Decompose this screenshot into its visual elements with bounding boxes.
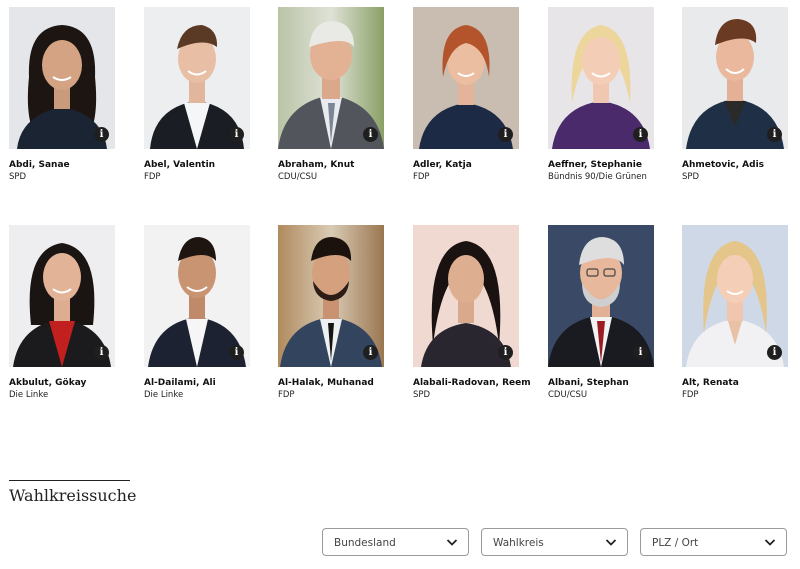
member-card[interactable]: i Al-Dailami, Ali Die Linke [144, 225, 254, 400]
section-title: Wahlkreissuche [9, 486, 137, 505]
member-name[interactable]: Abel, Valentin [144, 160, 254, 170]
member-photo[interactable]: i [413, 225, 519, 367]
member-party: SPD [413, 390, 431, 400]
select-label: PLZ / Ort [652, 537, 699, 549]
member-photo[interactable]: i [548, 7, 654, 149]
member-party: Die Linke [144, 390, 184, 400]
member-photo[interactable]: i [548, 225, 654, 367]
member-photo[interactable]: i [682, 225, 788, 367]
info-icon[interactable]: i [498, 127, 513, 142]
member-photo[interactable]: i [278, 225, 384, 367]
member-party: Bündnis 90/Die Grünen [548, 172, 647, 182]
member-name[interactable]: Abraham, Knut [278, 160, 388, 170]
member-party: FDP [144, 172, 161, 182]
member-card[interactable]: i Ahmetovic, Adis SPD [682, 7, 792, 182]
member-name[interactable]: Akbulut, Gökay [9, 378, 119, 388]
member-party: CDU/CSU [278, 172, 318, 182]
info-icon[interactable]: i [229, 345, 244, 360]
select-label: Wahlkreis [493, 537, 544, 549]
info-icon[interactable]: i [767, 345, 782, 360]
member-card[interactable]: i Akbulut, Gökay Die Linke [9, 225, 119, 400]
member-party: SPD [9, 172, 27, 182]
member-name[interactable]: Abdi, Sanae [9, 160, 119, 170]
info-icon[interactable]: i [363, 127, 378, 142]
member-card[interactable]: i Abel, Valentin FDP [144, 7, 254, 182]
member-party: FDP [278, 390, 295, 400]
member-card[interactable]: i Aeffner, Stephanie Bündnis 90/Die Grün… [548, 7, 658, 182]
member-card[interactable]: i Albani, Stephan CDU/CSU [548, 225, 658, 400]
member-grid: i Abdi, Sanae SPD i Abel, Valentin FDP i… [0, 0, 800, 420]
info-icon[interactable]: i [498, 345, 513, 360]
member-name[interactable]: Adler, Katja [413, 160, 523, 170]
member-name[interactable]: Al-Halak, Muhanad [278, 378, 388, 388]
member-party: FDP [413, 172, 430, 182]
info-icon[interactable]: i [767, 127, 782, 142]
info-icon[interactable]: i [633, 345, 648, 360]
wahlkreis-select[interactable]: Wahlkreis [481, 528, 628, 556]
member-photo[interactable]: i [9, 7, 115, 149]
member-party: CDU/CSU [548, 390, 588, 400]
member-card[interactable]: i Alabali-Radovan, Reem SPD [413, 225, 531, 400]
member-name[interactable]: Aeffner, Stephanie [548, 160, 658, 170]
member-photo[interactable]: i [413, 7, 519, 149]
member-card[interactable]: i Alt, Renata FDP [682, 225, 792, 400]
member-photo[interactable]: i [144, 225, 250, 367]
member-card[interactable]: i Al-Halak, Muhanad FDP [278, 225, 388, 400]
chevron-down-icon [764, 539, 776, 546]
member-photo[interactable]: i [682, 7, 788, 149]
member-card[interactable]: i Abraham, Knut CDU/CSU [278, 7, 388, 182]
chevron-down-icon [446, 539, 458, 546]
member-card[interactable]: i Adler, Katja FDP [413, 7, 523, 182]
select-label: Bundesland [334, 537, 396, 549]
member-party: Die Linke [9, 390, 49, 400]
member-name[interactable]: Al-Dailami, Ali [144, 378, 254, 388]
plz-ort-select[interactable]: PLZ / Ort [640, 528, 787, 556]
member-card[interactable]: i Abdi, Sanae SPD [9, 7, 119, 182]
member-name[interactable]: Albani, Stephan [548, 378, 658, 388]
member-party: FDP [682, 390, 699, 400]
member-name[interactable]: Alt, Renata [682, 378, 792, 388]
member-name[interactable]: Ahmetovic, Adis [682, 160, 792, 170]
info-icon[interactable]: i [229, 127, 244, 142]
info-icon[interactable]: i [94, 127, 109, 142]
member-photo[interactable]: i [9, 225, 115, 367]
chevron-down-icon [605, 539, 617, 546]
member-photo[interactable]: i [278, 7, 384, 149]
info-icon[interactable]: i [94, 345, 109, 360]
member-name[interactable]: Alabali-Radovan, Reem [413, 378, 531, 388]
info-icon[interactable]: i [633, 127, 648, 142]
member-party: SPD [682, 172, 700, 182]
member-photo[interactable]: i [144, 7, 250, 149]
bundesland-select[interactable]: Bundesland [322, 528, 469, 556]
section-divider [9, 480, 130, 481]
info-icon[interactable]: i [363, 345, 378, 360]
